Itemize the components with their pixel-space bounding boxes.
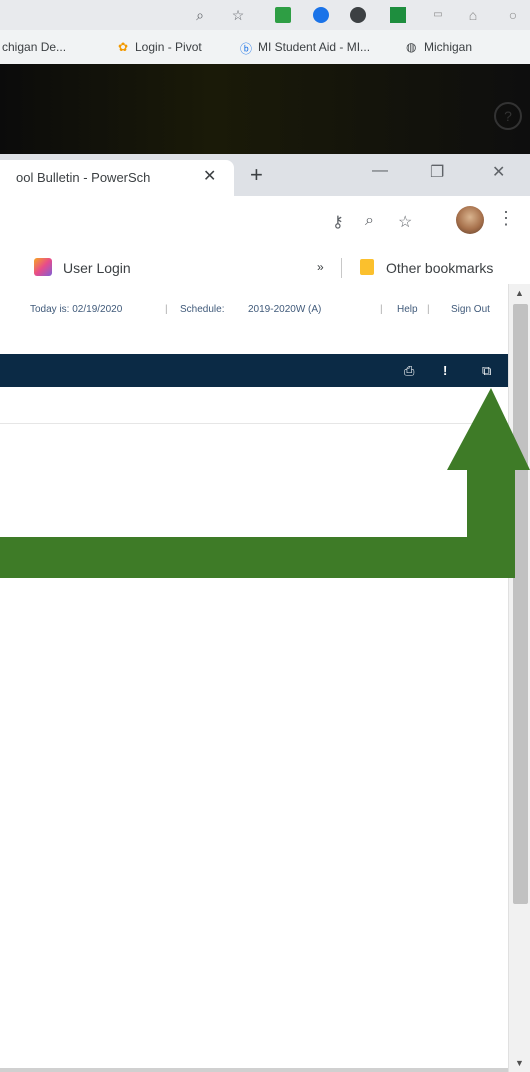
annotation-arrow [0,388,530,578]
